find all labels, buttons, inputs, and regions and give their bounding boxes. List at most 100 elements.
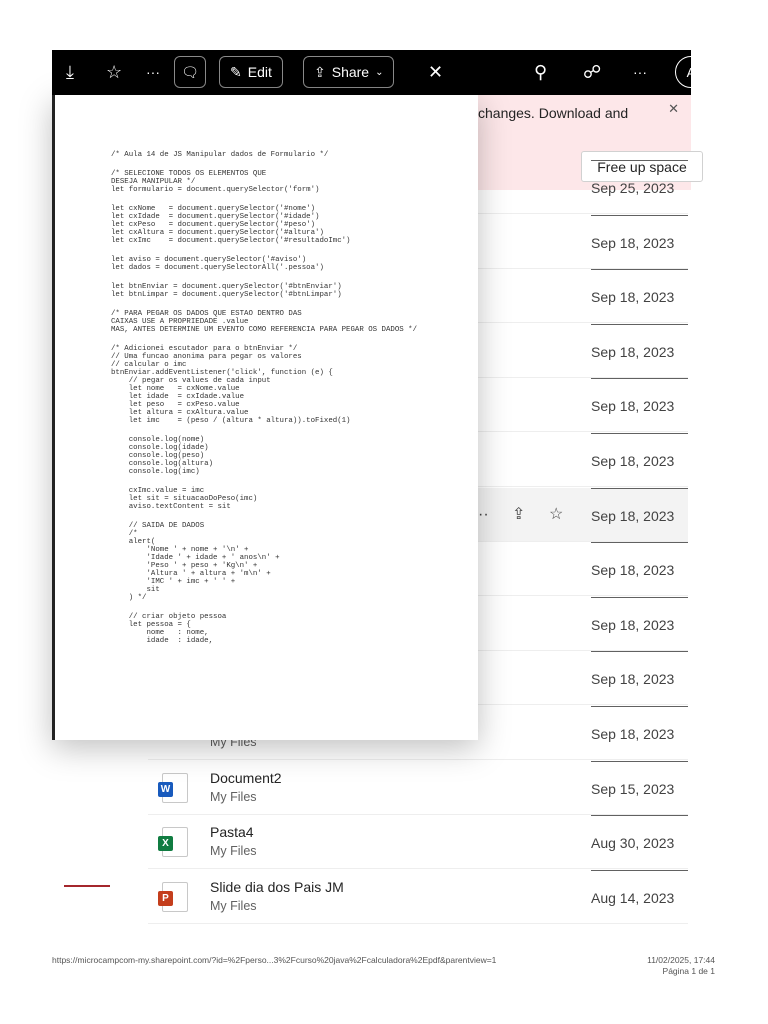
share-icon: ⇪ <box>314 63 326 80</box>
code-line: let aviso = document.querySelector('#avi… <box>111 256 307 264</box>
code-line: // SAIDA DE DADOS <box>111 522 205 530</box>
file-row[interactable]: X Pasta4 My Files Aug 30, 2023 <box>148 815 688 870</box>
avatar[interactable]: A <box>675 56 707 88</box>
code-line: let pessoa = { <box>111 621 191 629</box>
code-line: console.log(peso) <box>111 452 205 460</box>
viewer-toolbar: ⤓ ☆ ··· 🗨 ✎ Edit ⇪ Share ⌄ ✕ ⚲ ☍ ··· A <box>52 50 707 95</box>
code-line: let altura = cxAltura.value <box>111 409 249 417</box>
pencil-icon: ✎ <box>230 63 242 80</box>
file-date: Sep 25, 2023 <box>591 160 688 214</box>
code-line: // calcular o imc <box>111 361 187 369</box>
code-line: let imc = (peso / (altura * altura)).toF… <box>111 417 351 425</box>
code-line: console.log(imc) <box>111 468 200 476</box>
code-line: let cxAltura = document.querySelector('#… <box>111 229 324 237</box>
code-line: let cxNome = document.querySelector('#no… <box>111 205 316 213</box>
code-line: let cxPeso = document.querySelector('#pe… <box>111 221 316 229</box>
code-line: nome : nome, <box>111 629 209 637</box>
file-date: Sep 15, 2023 <box>591 760 688 815</box>
file-date: Aug 14, 2023 <box>591 869 688 924</box>
edit-label: Edit <box>247 64 272 80</box>
file-date: Sep 18, 2023 <box>591 651 688 705</box>
code-line: let cxImc = document.querySelector('#res… <box>111 237 351 245</box>
close-icon[interactable]: ✕ <box>668 101 679 117</box>
code-line: alert( <box>111 538 156 546</box>
code-line: 'Altura ' + altura + 'm\n' + <box>111 570 271 578</box>
code-line: 'Peso ' + peso + 'Kg\n' + <box>111 562 258 570</box>
file-date: Sep 18, 2023 <box>591 378 688 432</box>
file-name[interactable]: Slide dia dos Pais JM <box>210 879 344 895</box>
share-button[interactable]: ⇪ Share ⌄ <box>303 56 395 88</box>
people-icon[interactable]: ☍ <box>583 50 601 95</box>
code-line: let nome = cxNome.value <box>111 385 240 393</box>
file-row[interactable]: W Document2 My Files Sep 15, 2023 <box>148 760 688 815</box>
code-content: /* Aula 14 de JS Manipular dados de Form… <box>111 151 417 645</box>
star-icon[interactable]: ☆ <box>106 50 122 95</box>
code-line: /* Aula 14 de JS Manipular dados de Form… <box>111 151 329 159</box>
edit-button[interactable]: ✎ Edit <box>219 56 283 88</box>
powerpoint-file-icon: P <box>158 881 188 912</box>
file-location: My Files <box>210 789 257 804</box>
footer-info: 11/02/2025, 17:44 Página 1 de 1 <box>647 955 715 977</box>
more-icon[interactable]: ··· <box>633 50 647 95</box>
code-line: let btnEnviar = document.querySelector('… <box>111 283 342 291</box>
file-date: Sep 18, 2023 <box>591 214 688 269</box>
file-date: Sep 18, 2023 <box>591 323 688 378</box>
code-line: ) */ <box>111 594 147 602</box>
code-line: CAIXAS USE A PROPRIEDADE .value <box>111 318 249 326</box>
file-date: Sep 18, 2023 <box>591 542 688 596</box>
pdf-preview: /* Aula 14 de JS Manipular dados de Form… <box>52 95 478 740</box>
file-location: My Files <box>210 844 257 859</box>
code-line: let btnLimpar = document.querySelector('… <box>111 291 342 299</box>
code-line: /* PARA PEGAR OS DADOS QUE ESTAO DENTRO … <box>111 310 302 318</box>
code-line: // criar objeto pessoa <box>111 613 227 621</box>
more-icon[interactable]: ··· <box>146 50 160 95</box>
banner-text: changes. Download and <box>478 105 629 121</box>
chevron-down-icon: ⌄ <box>375 66 384 78</box>
code-line: // pegar os values de cada input <box>111 377 271 385</box>
code-line: let cxIdade = document.querySelector('#i… <box>111 213 320 221</box>
file-row[interactable]: P Slide dia dos Pais JM My Files Aug 14, 20… <box>148 869 688 924</box>
code-line: btnEnviar.addEventListener('click', func… <box>111 369 333 377</box>
file-location: My Files <box>210 898 257 913</box>
close-icon[interactable]: ✕ <box>428 50 443 95</box>
code-line: DESEJA MANIPULAR */ <box>111 178 196 186</box>
share-icon[interactable]: ⇪ <box>512 488 525 542</box>
code-line: cxImc.value = imc <box>111 487 205 495</box>
code-line: /* Adicionei escutador para o btnEnviar … <box>111 345 298 353</box>
code-line: let sit = situacaoDoPeso(imc) <box>111 495 258 503</box>
file-date: Sep 18, 2023 <box>591 433 688 487</box>
comment-icon: 🗨 <box>181 63 199 80</box>
excel-file-icon: X <box>158 827 188 858</box>
comment-button[interactable]: 🗨 <box>174 56 206 88</box>
code-line: MAS, ANTES DETERMINE UM EVENTO COMO REFE… <box>111 326 418 334</box>
code-line: let idade = cxIdade.value <box>111 393 245 401</box>
code-line: // Uma funcao anonima para pegar os valo… <box>111 353 302 361</box>
file-date: Sep 18, 2023 <box>591 596 688 651</box>
file-date: Sep 18, 2023 <box>591 706 688 760</box>
nav-indicator <box>64 885 110 887</box>
file-name[interactable]: Document2 <box>210 770 282 786</box>
file-date: Aug 30, 2023 <box>591 815 688 869</box>
share-label: Share <box>331 64 370 80</box>
download-icon[interactable]: ⤓ <box>66 50 74 95</box>
code-line: 'IMC ' + imc + ' ' + <box>111 578 236 586</box>
file-date: Sep 18, 2023 <box>591 269 688 323</box>
star-icon[interactable]: ☆ <box>549 488 563 542</box>
code-line: idade : idade, <box>111 637 214 645</box>
more-icon[interactable]: ·· <box>478 488 489 542</box>
search-icon[interactable]: ⚲ <box>534 50 547 95</box>
file-date: Sep 18, 2023 <box>591 487 688 542</box>
code-line: /* <box>111 530 138 538</box>
code-line: console.log(nome) <box>111 436 205 444</box>
code-line: aviso.textContent = sit <box>111 503 231 511</box>
code-line: let peso = cxPeso.value <box>111 401 240 409</box>
file-name[interactable]: Pasta4 <box>210 824 254 840</box>
